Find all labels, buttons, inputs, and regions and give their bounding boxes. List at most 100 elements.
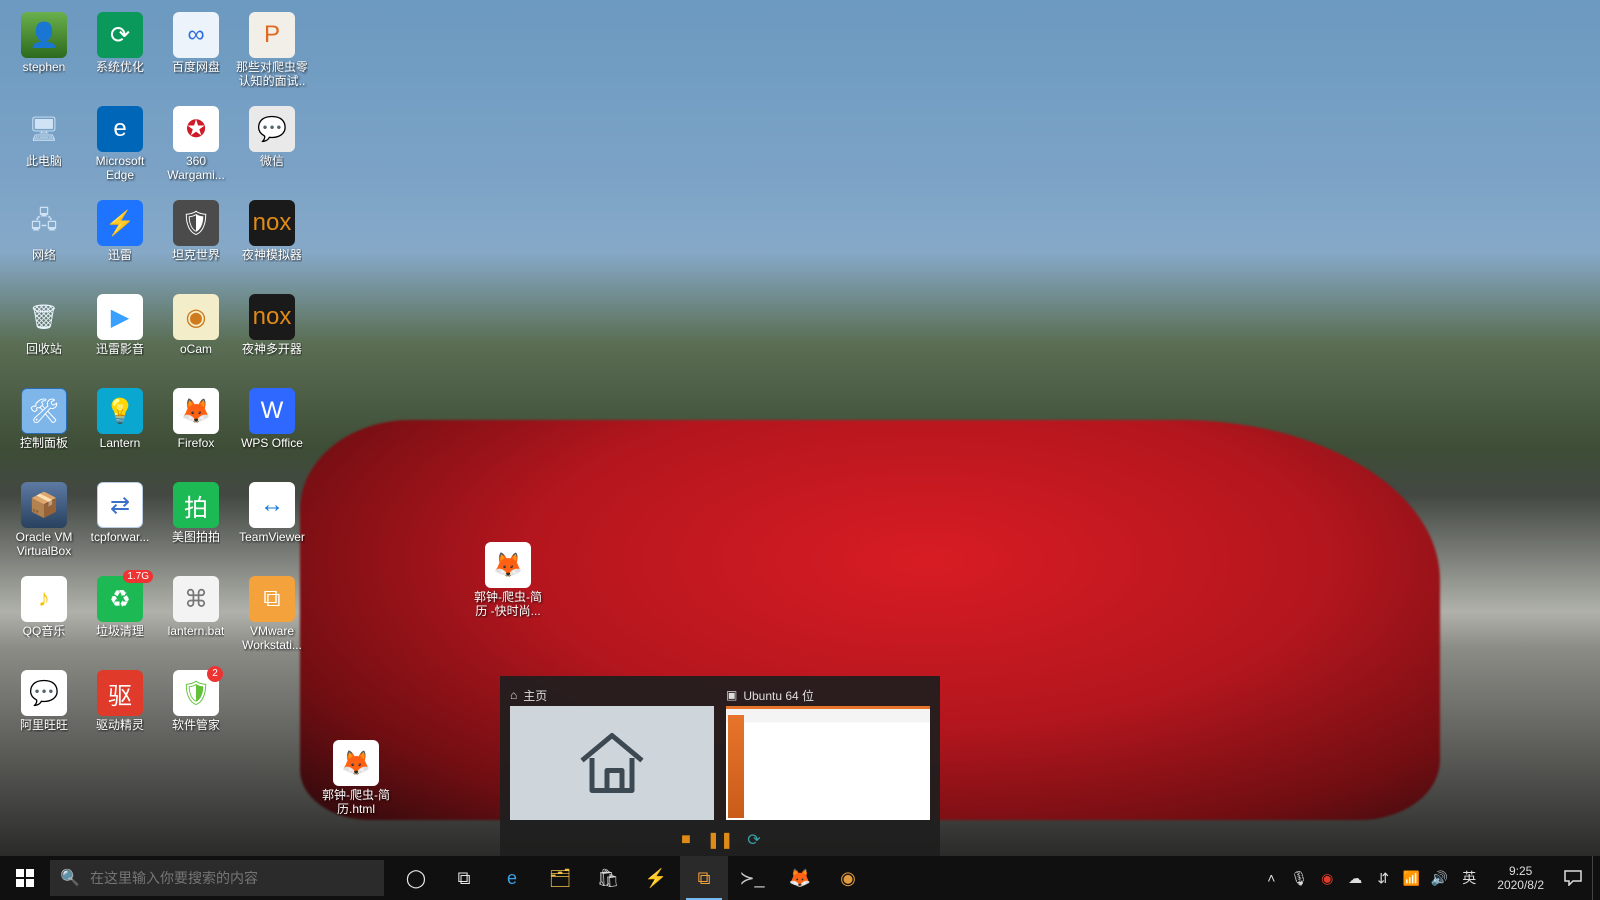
desktop-icon-夜神多开器[interactable]: nox夜神多开器 <box>234 290 310 384</box>
tray-onedrive[interactable]: ☁ <box>1343 856 1367 900</box>
desktop-icon-驱动精灵[interactable]: 驱驱动精灵 <box>82 666 158 760</box>
app-icon: e <box>97 106 143 152</box>
file-explorer-icon: 🗂 <box>549 868 572 889</box>
show-desktop-button[interactable] <box>1592 856 1600 900</box>
start-button[interactable] <box>0 856 50 900</box>
clock-time: 9:25 <box>1497 864 1544 878</box>
search-input[interactable] <box>90 870 384 886</box>
icon-label: stephen <box>23 60 66 74</box>
desktop-icon-美图拍拍[interactable]: 拍美图拍拍 <box>158 478 234 572</box>
taskbar-ms-store[interactable]: 🛍 <box>584 856 632 900</box>
icon-label: 软件管家 <box>172 718 220 732</box>
app-icon: nox <box>249 294 295 340</box>
icon-label: WPS Office <box>241 436 303 450</box>
tray-record[interactable]: ◉ <box>1315 856 1339 900</box>
desktop-icon-迅雷[interactable]: ⚡ 迅雷 <box>82 196 158 290</box>
desktop-icon-oCam[interactable]: ◉ oCam <box>158 290 234 384</box>
taskbar-ocam[interactable]: ◉ <box>824 856 872 900</box>
desktop-icon-迅雷影音[interactable]: ▶迅雷影音 <box>82 290 158 384</box>
taskbar-xunlei[interactable]: ⚡ <box>632 856 680 900</box>
vm-icon: ▣ <box>726 688 737 702</box>
icon-label: 迅雷 <box>108 248 132 262</box>
taskbar-terminal[interactable]: ≻_ <box>728 856 776 900</box>
app-icon: ⌘ <box>173 576 219 622</box>
taskbar-file-explorer[interactable]: 🗂 <box>536 856 584 900</box>
desktop-icon-360 Wargami...[interactable]: ✪360 Wargami... <box>158 102 234 196</box>
app-icon: 💬 <box>249 106 295 152</box>
icon-label: 系统优化 <box>96 60 144 74</box>
desktop-icon-此电脑[interactable]: 🖥此电脑 <box>6 102 82 196</box>
ime-indicator[interactable]: 英 <box>1457 856 1481 900</box>
desktop-icon-lantern.bat[interactable]: ⌘lantern.bat <box>158 572 234 666</box>
app-icon: ♻ <box>97 576 143 622</box>
preview-image <box>510 706 714 820</box>
taskbar-vmware[interactable]: ⧉ <box>680 856 728 900</box>
tray-wifi[interactable]: 📶 <box>1399 856 1423 900</box>
ms-store-icon: 🛍 <box>597 868 620 889</box>
icon-label: VMware Workstati... <box>236 624 308 652</box>
system-tray: ˄🎙◉☁⇵📶🔊 <box>1259 856 1457 900</box>
refresh-icon[interactable]: ⟳ <box>746 832 762 848</box>
preview-thumb-ubuntu[interactable]: ▣ Ubuntu 64 位 <box>726 684 930 820</box>
taskbar-task-view[interactable]: ⧉ <box>440 856 488 900</box>
taskbar-clock[interactable]: 9:25 2020/8/2 <box>1487 864 1554 892</box>
search-icon: 🔍 <box>50 868 90 888</box>
icon-label: oCam <box>180 342 212 356</box>
desktop-icon-stephen[interactable]: 👤stephen <box>6 8 82 102</box>
stop-icon[interactable]: ■ <box>678 832 694 848</box>
vmware-icon: ⧉ <box>698 868 711 889</box>
desktop-icon-网络[interactable]: 🖧网络 <box>6 196 82 290</box>
tray-volume[interactable]: 🔊 <box>1427 856 1451 900</box>
taskbar-edge[interactable]: e <box>488 856 536 900</box>
pause-icon[interactable]: ❚❚ <box>712 832 728 848</box>
app-icon: ⟳ <box>97 12 143 58</box>
icon-label: QQ音乐 <box>23 624 66 638</box>
tray-chevron-up[interactable]: ˄ <box>1259 856 1283 900</box>
app-icon: ◉ <box>173 294 219 340</box>
desktop-icon-郭钟-爬虫-简历.html[interactable]: 🦊郭钟-爬虫-简历.html <box>318 736 394 830</box>
clock-date: 2020/8/2 <box>1497 878 1544 892</box>
app-icon: ↔ <box>249 482 295 528</box>
desktop-icon-Microsoft Edge[interactable]: eMicrosoft Edge <box>82 102 158 196</box>
desktop-icon-Firefox[interactable]: 🦊Firefox <box>158 384 234 478</box>
app-icon: 🛡 <box>173 670 219 716</box>
preview-thumb-home[interactable]: ⌂ 主页 <box>510 684 714 820</box>
desktop-icon-夜神模拟器[interactable]: nox夜神模拟器 <box>234 196 310 290</box>
desktop-icon-微信[interactable]: 💬微信 <box>234 102 310 196</box>
desktop-icon-Oracle VM VirtualBox[interactable]: 📦Oracle VM VirtualBox <box>6 478 82 572</box>
terminal-icon: ≻_ <box>739 868 764 889</box>
tray-network[interactable]: ⇵ <box>1371 856 1395 900</box>
app-icon: nox <box>249 200 295 246</box>
icon-label: 360 Wargami... <box>160 154 232 182</box>
desktop-icon-软件管家[interactable]: 🛡 软件管家 <box>158 666 234 760</box>
desktop-icon-VMware Workstati...[interactable]: ⧉VMware Workstati... <box>234 572 310 666</box>
app-icon: 驱 <box>97 670 143 716</box>
icon-label: 迅雷影音 <box>96 342 144 356</box>
desktop-icon-郭钟-爬虫-简历 -快时尚...[interactable]: 🦊郭钟-爬虫-简历 -快时尚... <box>470 538 546 632</box>
desktop-icon-垃圾清理[interactable]: ♻垃圾清理 <box>82 572 158 666</box>
desktop-icon-系统优化[interactable]: ⟳ 系统优化 <box>82 8 158 102</box>
desktop-icon-控制面板[interactable]: 🛠控制面板 <box>6 384 82 478</box>
icon-label: Firefox <box>178 436 215 450</box>
app-icon: ⚡ <box>97 200 143 246</box>
taskbar: 🔍 ◯⧉e🗂🛍⚡⧉≻_🦊◉ ˄🎙◉☁⇵📶🔊 英 9:25 2020/8/2 <box>0 856 1600 900</box>
search-box[interactable]: 🔍 <box>50 860 384 896</box>
desktop-icon-百度网盘[interactable]: ∞百度网盘 <box>158 8 234 102</box>
desktop-icon-tcpforwar...[interactable]: ⇄tcpforwar... <box>82 478 158 572</box>
desktop-icon-坦克世界[interactable]: 🛡坦克世界 <box>158 196 234 290</box>
desktop-icon-那些对爬虫零 认知的面试..[interactable]: P那些对爬虫零 认知的面试.. <box>234 8 310 102</box>
tray-mic[interactable]: 🎙 <box>1287 856 1311 900</box>
app-icon: 🛡 <box>173 200 219 246</box>
desktop-icon-WPS Office[interactable]: WWPS Office <box>234 384 310 478</box>
desktop-icon-QQ音乐[interactable]: ♪QQ音乐 <box>6 572 82 666</box>
app-icon: P <box>249 12 295 58</box>
desktop-icon-TeamViewer[interactable]: ↔TeamViewer <box>234 478 310 572</box>
taskbar-firefox[interactable]: 🦊 <box>776 856 824 900</box>
ocam-icon: ◉ <box>840 868 856 889</box>
action-center[interactable] <box>1554 870 1592 886</box>
desktop-icon-Lantern[interactable]: 💡Lantern <box>82 384 158 478</box>
taskbar-cortana[interactable]: ◯ <box>392 856 440 900</box>
desktop-icon-回收站[interactable]: 🗑回收站 <box>6 290 82 384</box>
desktop-icon-阿里旺旺[interactable]: 💬阿里旺旺 <box>6 666 82 760</box>
preview-media-controls: ■ ❚❚ ⟳ <box>678 832 762 848</box>
